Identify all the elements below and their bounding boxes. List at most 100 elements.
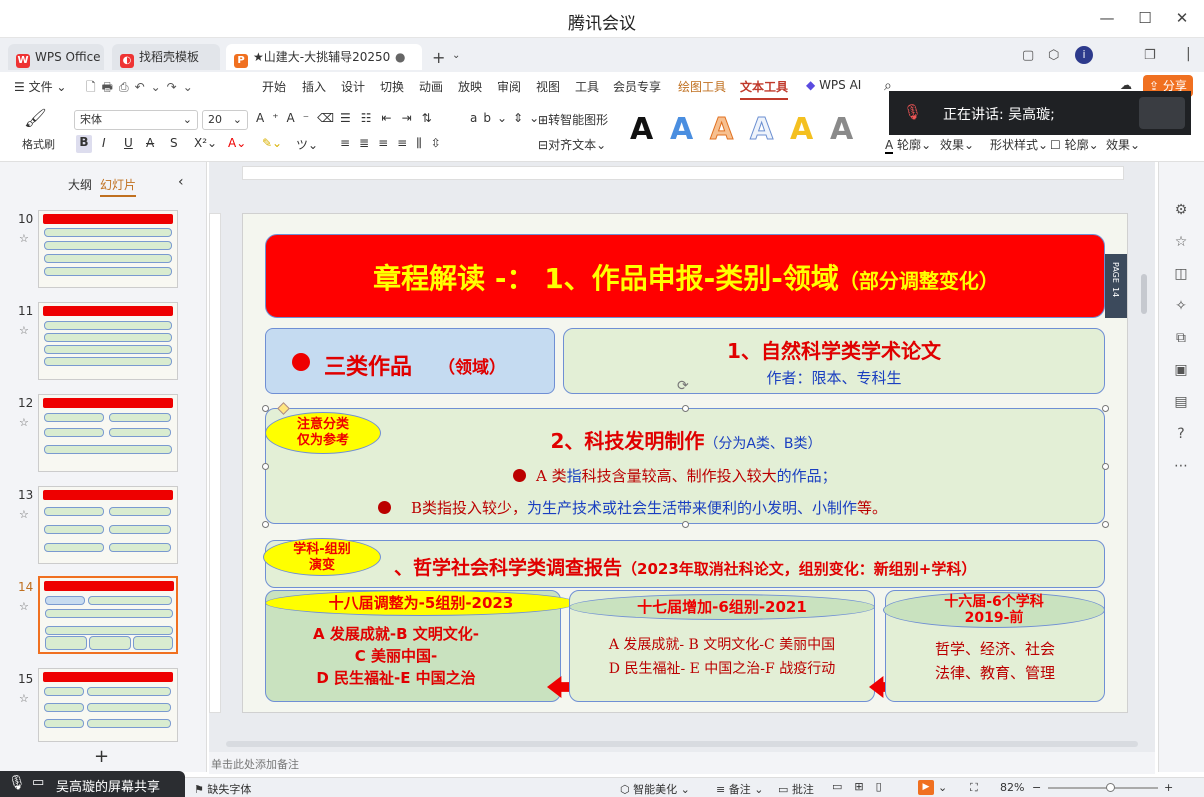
shape-effect-button[interactable]: 效果⌄ [1106,136,1140,153]
menu-transition[interactable]: 切换 [380,78,404,95]
underline-button[interactable]: U [124,136,133,150]
slide-thumbnail-10[interactable] [38,210,178,288]
category-2-box[interactable]: 2、科技发明制作（分为A类、B类） A 类指科技含量较高、制作投入较大的作品； … [265,408,1105,524]
file-menu[interactable]: ☰ 文件 ⌄ [14,78,66,95]
add-slide-icon[interactable]: + [94,746,109,767]
discipline-pill[interactable]: 学科-组别 演变 [263,538,381,576]
restore-icon[interactable]: ❐ [1144,48,1156,63]
horizontal-ruler[interactable] [242,166,1124,180]
text-style-blue[interactable]: A [670,112,693,147]
effect-button[interactable]: 效果⌄ [940,136,974,153]
resize-handle[interactable] [1102,405,1109,412]
resize-handle[interactable] [262,463,269,470]
notes-button[interactable]: ≡ 备注 ⌄ [716,781,763,797]
menu-tools[interactable]: 工具 [575,78,599,95]
image-icon[interactable]: ▣ [1171,360,1191,380]
tab-slides[interactable]: 幻灯片 [100,176,137,197]
menu-insert[interactable]: 插入 [302,78,326,95]
menu-slideshow[interactable]: 放映 [458,78,482,95]
horizontal-scrollbar[interactable] [226,741,1138,747]
zoom-in-icon[interactable]: + [1164,781,1173,794]
font-size-adjust-icons[interactable]: A⁺A⁻⌫ [256,111,342,125]
close-icon[interactable]: ✕ [1172,8,1192,28]
resize-handle[interactable] [682,521,689,528]
collapse-panel-icon[interactable]: ‹ [178,174,184,190]
zoom-level[interactable]: 82% [1000,781,1024,794]
menu-view[interactable]: 视图 [536,78,560,95]
minimize-icon[interactable]: — [1097,8,1117,28]
tab-template[interactable]: ◐ 找稻壳模板 [112,44,220,70]
new-tab-icon[interactable]: + [432,48,445,67]
slide-thumbnail-12[interactable] [38,394,178,472]
cloud-icon[interactable]: ☁ [1120,78,1132,92]
note-pill[interactable]: 注意分类 仅为参考 [265,412,381,454]
chevron-down-icon[interactable]: ⌄ [938,781,947,794]
text-style-gold[interactable]: A [790,112,813,147]
chevron-down-icon[interactable]: ⌄ [452,50,460,61]
font-size-select[interactable]: 20 ⌄ [202,110,248,130]
smart-beautify-button[interactable]: ⬡ 智能美化 ⌄ [620,781,690,797]
resize-handle[interactable] [262,521,269,528]
resize-handle[interactable] [262,405,269,412]
category-3-box[interactable]: 、哲学社会科学类调查报告（2023年取消社科论文，组别变化：新组别+学科） [265,540,1105,588]
zoom-slider-thumb[interactable] [1106,783,1115,792]
close-tab-icon[interactable]: ● [395,50,405,64]
font-name-select[interactable]: 宋体 ⌄ [74,110,198,130]
text-style-orange-outline[interactable]: A [709,112,733,148]
slide-thumbnail-13[interactable] [38,486,178,564]
quick-access-icons[interactable]: 🗋🖶⎙↶⌄↷⌄ [86,78,199,99]
slide-thumbnail-14[interactable] [38,576,178,654]
shadow-button[interactable]: S [170,136,178,150]
align-text-button[interactable]: ⊟对齐文本⌄ [538,136,606,153]
menu-text-tools[interactable]: 文本工具 [740,78,789,100]
zoom-out-icon[interactable]: − [1032,781,1041,794]
vertical-scrollbar[interactable] [1141,274,1147,314]
highlight-button[interactable]: ✎⌄ [262,136,282,150]
smart-shape-button[interactable]: ⊞转智能图形 [538,111,608,128]
menu-review[interactable]: 审阅 [497,78,521,95]
font-color-button[interactable]: A⌄ [228,136,246,150]
close-window-icon[interactable]: | [1186,46,1191,62]
text-style-gray[interactable]: A [830,112,853,147]
tab-outline[interactable]: 大纲 [68,176,92,193]
screen-share-icon[interactable]: ▭ [32,775,44,790]
slide-canvas[interactable]: 章程解读 -： 1、作品申报-类别-领域（部分调整变化） PAGE 14 三类作… [242,213,1128,713]
char-spacing-button[interactable]: ツ⌄ [296,136,318,153]
format-painter-label[interactable]: 格式刷 [22,136,55,152]
three-types-box[interactable]: 三类作品 （领域） [265,328,555,394]
outline-button[interactable]: A 轮廓⌄ [885,136,931,154]
text-style-black[interactable]: A [630,112,653,147]
strikethrough-button[interactable]: A [146,136,154,150]
resize-handle[interactable] [1102,463,1109,470]
vertical-ruler[interactable] [209,213,221,713]
menu-wps-ai[interactable]: ◆ WPS AI [806,78,861,92]
bold-button[interactable]: B [76,135,92,153]
more-icon[interactable]: ⋯ [1171,456,1191,476]
comment-button[interactable]: ▭ 批注 [778,781,814,797]
cube-icon[interactable]: ⬡ [1048,48,1059,63]
tab-wps-office[interactable]: W WPS Office [8,44,104,70]
maximize-icon[interactable]: ☐ [1135,8,1155,28]
category-1-box[interactable]: 1、自然科学类学术论文 作者：限本、专科生 [563,328,1105,394]
shapes-icon[interactable]: ◫ [1171,264,1191,284]
book-icon[interactable]: ▤ [1171,392,1191,412]
missing-font-indicator[interactable]: ⚑ 缺失字体 [194,781,251,797]
fit-icon[interactable]: ⛶ [970,781,978,795]
list-icons[interactable]: ☰☷⇤⇥⇅ [340,111,442,125]
notes-area[interactable]: 单击此处添加备注 [209,752,1155,774]
align-icons[interactable]: ≡≣≡≡⫼⇳ [340,136,450,151]
resize-handle[interactable] [1102,521,1109,528]
layers-icon[interactable]: ⧉ [1171,328,1191,348]
star-icon[interactable]: ☆ [1171,232,1191,252]
menu-animation[interactable]: 动画 [419,78,443,95]
menu-home[interactable]: 开始 [262,78,286,95]
tab-document[interactable]: P ★山建大-大挑辅导20250107 ● [226,44,422,70]
resize-handle[interactable] [682,405,689,412]
shape-outline-button[interactable]: ☐ 轮廓⌄ [1050,136,1099,153]
window-layout-icon[interactable]: ▢ [1022,48,1034,63]
zoom-slider[interactable] [1048,787,1158,789]
text-style-light-outline[interactable]: A [749,112,773,148]
superscript-button[interactable]: X²⌄ [194,136,217,150]
menu-member[interactable]: 会员专享 [613,78,661,95]
format-painter-icon[interactable]: 🖌 [24,108,47,129]
